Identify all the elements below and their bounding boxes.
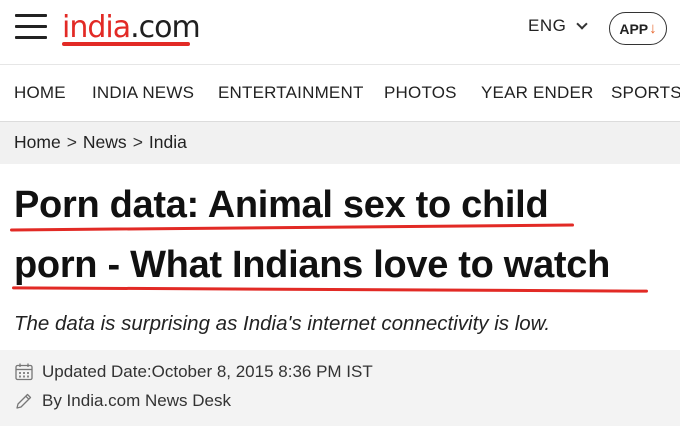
- breadcrumb-india[interactable]: India: [149, 132, 187, 152]
- breadcrumb: Home > News > India: [0, 122, 680, 164]
- breadcrumb-news[interactable]: News: [83, 132, 127, 152]
- article-subtitle: The data is surprising as India's intern…: [14, 312, 551, 335]
- title-underline-2: [11, 286, 649, 293]
- article-title-line-2: porn - What Indians love to watch: [14, 244, 611, 286]
- language-selector[interactable]: ENG: [528, 16, 589, 36]
- nav-item-photos[interactable]: PHOTOS: [384, 83, 457, 103]
- app-label: APP: [619, 20, 649, 37]
- nav-item-year-ender[interactable]: YEAR ENDER: [481, 83, 594, 103]
- hamburger-bar: [15, 36, 47, 39]
- pencil-icon: [16, 393, 32, 409]
- nav-item-entertainment[interactable]: ENTERTAINMENT: [218, 83, 364, 103]
- byline-text: By India.com News Desk: [42, 391, 231, 410]
- calendar-icon: [15, 363, 33, 381]
- language-label: ENG: [528, 16, 567, 35]
- nav-item-sports[interactable]: SPORTS: [611, 83, 680, 103]
- main-nav: HOME INDIA NEWS ENTERTAINMENT PHOTOS YEA…: [0, 64, 680, 122]
- logo-text-india: india: [62, 10, 131, 45]
- site-header: india.com ENG APP ↓: [0, 0, 680, 64]
- breadcrumb-separator: >: [132, 132, 143, 152]
- logo-text-com: .com: [130, 10, 201, 45]
- logo-underline: [62, 42, 190, 46]
- hamburger-bar: [15, 25, 47, 28]
- article-meta: Updated Date:October 8, 2015 8:36 PM IST…: [0, 350, 680, 426]
- nav-item-india-news[interactable]: INDIA NEWS: [92, 83, 194, 103]
- nav-item-home[interactable]: HOME: [14, 83, 66, 103]
- breadcrumb-separator: >: [66, 132, 77, 152]
- breadcrumb-home[interactable]: Home: [14, 132, 61, 152]
- hamburger-menu-icon[interactable]: [15, 14, 47, 40]
- updated-date-text: Updated Date:October 8, 2015 8:36 PM IST: [42, 362, 373, 381]
- chevron-down-icon: [576, 18, 589, 30]
- download-arrow-icon: ↓: [649, 20, 657, 37]
- updated-date-row: Updated Date:October 8, 2015 8:36 PM IST: [14, 362, 373, 382]
- article-title-line-1: Porn data: Animal sex to child: [14, 184, 549, 226]
- app-download-button[interactable]: APP ↓: [609, 12, 667, 45]
- breadcrumb-trail: Home > News > India: [14, 132, 187, 153]
- hamburger-bar: [15, 14, 47, 17]
- byline-row: By India.com News Desk: [14, 391, 231, 411]
